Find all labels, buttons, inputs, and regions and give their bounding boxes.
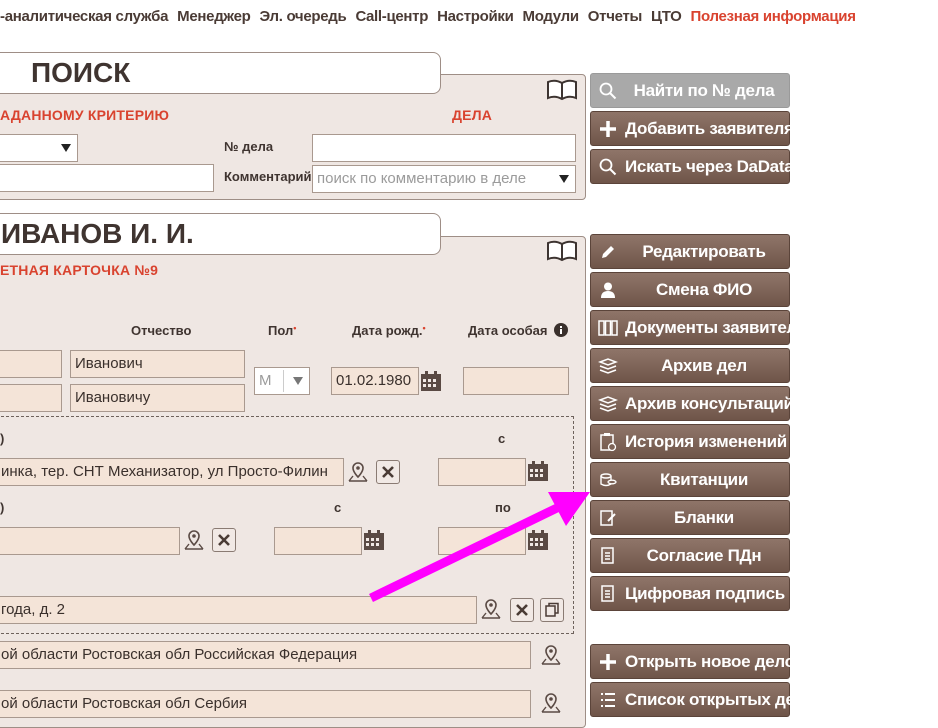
user-icon [601,282,615,298]
comment-placeholder: поиск по комментарию в деле [317,170,527,187]
top-nav: -аналитическая служба Менеджер Эл. очередь… [0,8,865,30]
stack-icon [598,395,618,412]
map-pin-icon[interactable] [347,461,369,483]
divider [283,370,284,392]
region1-input[interactable]: ой области Ростовская обл Российская Фед… [0,641,531,669]
sex-label: Пол• [268,323,297,338]
calendar-icon[interactable] [420,370,442,392]
coins-icon [600,472,617,486]
patronymic-dative-input[interactable]: Ивановичу [70,384,245,412]
clipboard-clock-icon [600,432,617,451]
search-cases-heading: ДЕЛА [452,107,493,123]
search-icon [599,82,617,99]
find-by-case-button[interactable]: Найти по № дела [590,73,790,108]
add-applicant-button[interactable]: Добавить заявителя [590,111,794,146]
map-pin-icon[interactable] [183,529,205,551]
nav-item-reports[interactable]: Отчеты [588,8,643,25]
nav-item-manager[interactable]: Менеджер [177,8,251,25]
address2-label: ) [0,500,5,515]
address1-input[interactable]: инка, тер. СНТ Механизатор, ул Просто-Фи… [0,458,344,486]
list-icon [601,692,615,707]
nav-item-queue[interactable]: Эл. очередь [259,8,346,25]
address1-from-input[interactable] [438,458,526,486]
address1-from-label: с [498,431,506,446]
blanks-button[interactable]: Бланки [590,500,790,535]
archive-cases-button[interactable]: Архив дел [590,348,790,383]
info-icon[interactable] [554,323,569,337]
map-pin-icon[interactable] [540,644,562,666]
name-input-1[interactable] [0,350,62,378]
chevron-down-icon [61,144,71,152]
copy-address-button[interactable] [540,598,564,622]
address2-to-label: по [495,500,511,515]
nav-item-callcenter[interactable]: Call-центр [355,8,428,25]
search-criterion-heading: АДАННОМУ КРИТЕРИЮ [0,107,170,123]
calendar-icon[interactable] [363,529,385,551]
close-icon [218,534,230,546]
person-title: ИВАНОВ И. И. [0,213,441,255]
binders-icon [598,319,618,336]
search-icon [599,158,617,175]
close-icon [382,466,394,478]
change-history-button[interactable]: История изменений [590,424,790,459]
clear-address2-button[interactable] [212,528,236,552]
map-pin-icon[interactable] [480,598,502,620]
book-icon[interactable] [546,79,578,101]
case-no-input[interactable] [312,134,576,162]
case-no-label: № дела [224,139,274,154]
change-name-button[interactable]: Смена ФИО [590,272,790,307]
nav-item-analytics[interactable]: -аналитическая служба [0,8,168,25]
birth-date-input[interactable]: 01.02.1980 [331,367,419,395]
nav-item-settings[interactable]: Настройки [437,8,514,25]
patronymic-input[interactable]: Иванович [70,350,245,378]
clear-address1-button[interactable] [376,460,400,484]
stack-icon [598,357,618,374]
patronymic-label: Отчество [131,323,192,338]
document-icon [601,546,614,564]
receipts-button[interactable]: Квитанции [590,462,790,497]
address2-from-label: с [334,500,342,515]
nav-item-modules[interactable]: Модули [523,8,580,25]
pd-consent-button[interactable]: Согласие ПДн [590,538,790,573]
address2-from-input[interactable] [274,527,362,555]
sex-select[interactable]: М [254,367,310,395]
dadata-search-button[interactable]: Искать через DaData [590,149,794,184]
map-pin-icon[interactable] [540,692,562,714]
address2-input[interactable] [0,527,180,555]
close-icon [516,604,528,616]
nav-item-useful-info[interactable]: Полезная информация [691,8,856,25]
copy-icon [545,602,559,617]
applicant-documents-button[interactable]: Документы заявителя [590,310,807,345]
archive-consultations-button[interactable]: Архив консультаций [590,386,794,421]
pencil-icon [602,245,614,258]
region2-input[interactable]: ой области Ростовская обл Сербия [0,690,531,718]
address1-label: ) [0,431,5,446]
criterion-select[interactable] [0,134,78,162]
clear-address3-button[interactable] [510,598,534,622]
chevron-down-icon [293,377,303,385]
special-date-input[interactable] [463,367,569,395]
nav-item-cto[interactable]: ЦТО [651,8,682,25]
document-icon [601,584,614,602]
book-icon[interactable] [546,240,578,262]
calendar-icon[interactable] [527,529,549,551]
plus-icon [600,653,616,670]
card-heading: ЕТНАЯ КАРТОЧКА №9 [0,262,159,278]
comment-label: Комментарий [224,169,312,184]
edit-button[interactable]: Редактировать [590,234,790,269]
address2-to-input[interactable] [438,527,526,555]
comment-select[interactable]: поиск по комментарию в деле [312,165,576,193]
plus-icon [600,120,616,137]
calendar-icon[interactable] [527,460,549,482]
search-title: ПОИСК [0,52,441,94]
open-new-case-button[interactable]: Открыть новое дело [590,644,795,679]
criterion-input[interactable] [0,164,214,192]
form-edit-icon [600,509,616,526]
birth-label: Дата рожд.• [352,323,426,338]
name-input-2[interactable] [0,384,62,412]
special-date-label: Дата особая [468,323,569,338]
chevron-down-icon [559,175,569,183]
address3-input[interactable]: года, д. 2 [0,596,477,624]
digital-signature-button[interactable]: Цифровая подпись [590,576,790,611]
